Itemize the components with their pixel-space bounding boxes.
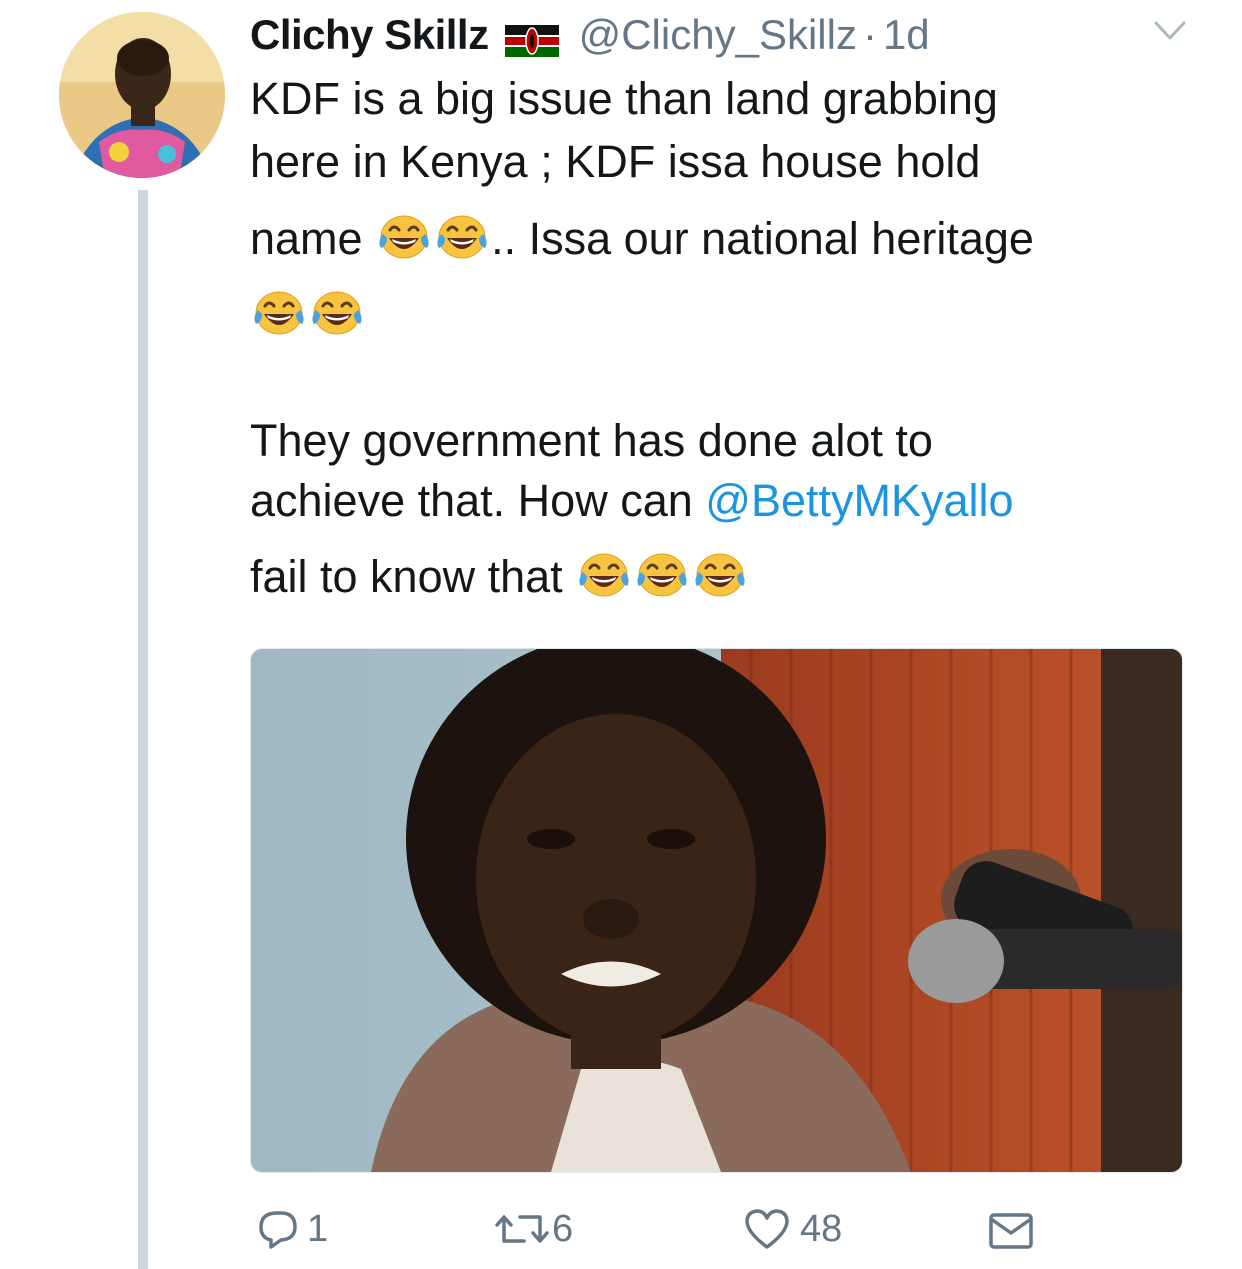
author-name[interactable]: Clichy Skillz (250, 11, 489, 59)
tears-of-joy-emoji-icon (691, 550, 749, 600)
kenya-flag-icon (504, 19, 559, 57)
reply-count: 1 (307, 1207, 329, 1250)
tweet-text-line: here in Kenya ; KDF issa house hold (250, 136, 981, 187)
tweet-text-fragment: fail to know that (250, 551, 563, 602)
reply-button[interactable]: 1 (253, 1205, 328, 1253)
tweet-text-fragment: achieve that. How can (250, 475, 693, 526)
tweet-text-fragment: .. Issa our national heritage (491, 213, 1034, 264)
author-avatar[interactable] (59, 12, 225, 178)
tears-of-joy-emoji-icon (250, 288, 308, 338)
reply-icon (253, 1205, 301, 1253)
retweet-button[interactable]: 6 (494, 1205, 573, 1253)
tweet-timestamp[interactable]: 1d (883, 11, 930, 59)
author-handle[interactable]: @Clichy_Skillz (579, 11, 857, 59)
tweet-text-line: achieve that. How can @BettyMKyallo (250, 478, 1014, 523)
envelope-icon (988, 1211, 1034, 1251)
tweet-action-bar: 1 6 48 (0, 1205, 1242, 1265)
direct-message-button[interactable] (988, 1211, 1034, 1251)
tweet-header: Clichy Skillz @Clichy_Skillz · 1d (250, 10, 930, 60)
tweet-text-line: KDF is a big issue than land grabbing (250, 73, 998, 124)
tears-of-joy-emoji-icon (575, 550, 633, 600)
tweet-text-line: fail to know that (250, 550, 749, 600)
meta-separator: · (862, 11, 877, 58)
tweet-media-photo[interactable] (250, 648, 1183, 1173)
mention-link[interactable]: @BettyMKyallo (705, 475, 1013, 526)
retweet-count: 6 (552, 1207, 574, 1250)
tweet-emoji-line (250, 288, 366, 338)
tears-of-joy-emoji-icon (375, 212, 433, 262)
like-count: 48 (800, 1207, 843, 1250)
tweet-text-line: They government has done alot to (250, 415, 933, 466)
tweet-text-fragment: name (250, 213, 363, 264)
tears-of-joy-emoji-icon (433, 212, 491, 262)
chevron-down-icon[interactable] (1154, 20, 1186, 42)
tweet-text-line: name .. Issa our national heritage (250, 212, 1034, 262)
thread-connector-line (138, 190, 148, 1269)
tears-of-joy-emoji-icon (308, 288, 366, 338)
heart-icon (742, 1205, 792, 1253)
tears-of-joy-emoji-icon (633, 550, 691, 600)
like-button[interactable]: 48 (742, 1205, 842, 1253)
retweet-icon (494, 1205, 550, 1253)
